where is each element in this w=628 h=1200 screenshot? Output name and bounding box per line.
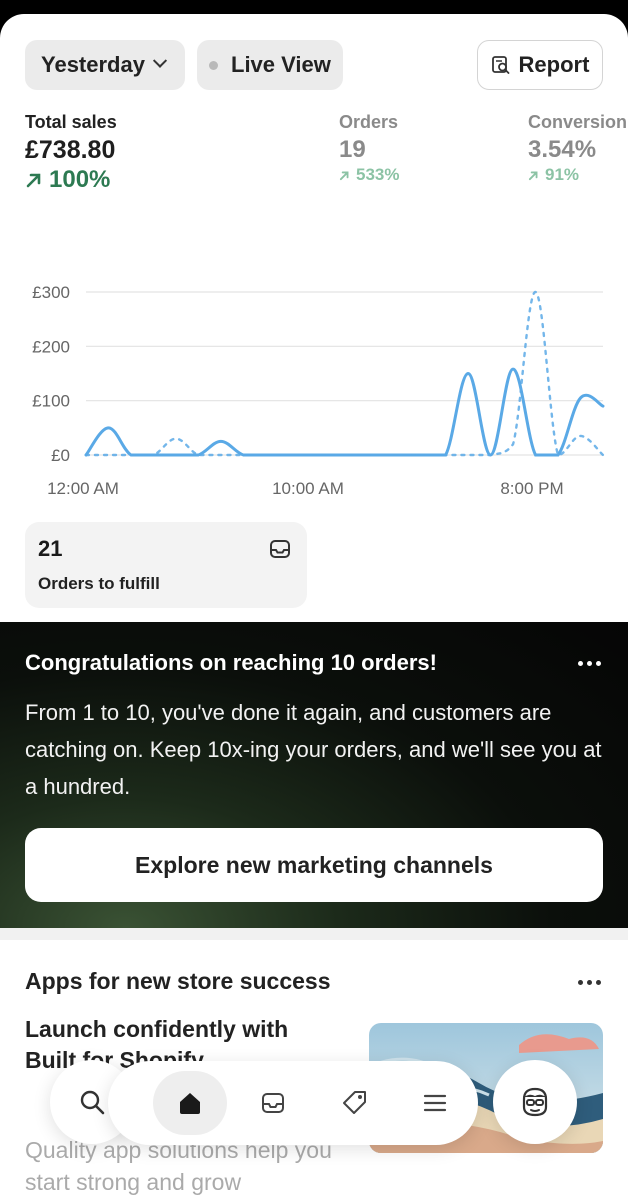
- live-view-label: Live View: [231, 52, 331, 77]
- x-tick-label: 10:00 AM: [272, 479, 344, 494]
- date-range-picker[interactable]: Yesterday: [25, 40, 185, 90]
- chevron-down-icon: [152, 53, 168, 68]
- x-tick-label: 12:00 AM: [47, 479, 119, 494]
- y-tick-label: £0: [51, 446, 70, 465]
- metric-value: 19: [339, 136, 366, 163]
- metric-change-value: 91%: [545, 165, 580, 184]
- section-divider: [0, 928, 628, 940]
- more-options-icon[interactable]: [578, 980, 601, 985]
- apps-section-title: Apps for new store success: [25, 968, 331, 994]
- dashboard-sheet: Yesterday Live View Report Total sales £…: [0, 14, 628, 1200]
- metric-label: Total sales: [25, 112, 117, 132]
- nav-products[interactable]: [323, 1061, 387, 1145]
- metric-orders[interactable]: Orders 19 533%: [339, 112, 399, 185]
- y-tick-label: £100: [32, 392, 70, 411]
- metric-value: 3.54%: [528, 136, 597, 163]
- metric-change-value: 533%: [356, 165, 400, 184]
- nav-orders[interactable]: [241, 1061, 305, 1145]
- y-tick-label: £300: [32, 283, 70, 302]
- fulfill-label: Orders to fulfill: [38, 574, 160, 593]
- report-label: Report: [518, 52, 590, 77]
- fulfill-count: 21: [38, 536, 63, 561]
- status-dot-icon: [209, 60, 218, 70]
- metric-change-value: 100%: [49, 166, 111, 193]
- orders-to-fulfill-card[interactable]: 21 Orders to fulfill: [25, 522, 307, 608]
- nav-menu[interactable]: [403, 1061, 467, 1145]
- arrow-up-right-icon: [528, 171, 538, 180]
- metric-change: 533%: [339, 165, 399, 185]
- metric-conversion[interactable]: Conversion 3.54% 91%: [528, 112, 628, 185]
- metric-label: Orders: [339, 112, 399, 132]
- avatar-icon: [522, 1087, 548, 1117]
- date-range-label: Yesterday: [41, 52, 145, 77]
- report-search-icon: [491, 56, 509, 74]
- x-tick-label: 8:00 PM: [500, 479, 563, 494]
- search-icon: [80, 1090, 105, 1115]
- sidekick-button[interactable]: [493, 1060, 577, 1144]
- y-tick-label: £200: [32, 337, 70, 356]
- metric-label: Conversion: [528, 112, 628, 132]
- arrow-up-right-icon: [339, 171, 349, 180]
- arrow-up-right-icon: [26, 173, 41, 188]
- congrats-body: From 1 to 10, you've done it again, and …: [25, 700, 602, 799]
- tag-icon: [343, 1091, 366, 1114]
- nav-home[interactable]: [158, 1061, 222, 1145]
- congrats-banner: Congratulations on reaching 10 orders! F…: [0, 622, 628, 928]
- metric-value: £738.80: [25, 136, 116, 164]
- comparison-series-line: [84, 290, 605, 457]
- metric-change: 91%: [528, 165, 628, 185]
- sales-series-line: [84, 367, 605, 457]
- live-view-button[interactable]: Live View: [197, 40, 343, 90]
- menu-icon: [423, 1094, 447, 1112]
- inbox-icon: [262, 1093, 284, 1113]
- home-icon: [180, 1093, 200, 1114]
- report-button[interactable]: Report: [477, 40, 603, 90]
- explore-marketing-button[interactable]: Explore new marketing channels: [25, 828, 603, 902]
- bottom-nav: [108, 1061, 478, 1145]
- sales-line-chart[interactable]: £300 £200 £100 £0 12:00 AM 10:00 AM 8:00 PM: [0, 254, 628, 494]
- more-options-icon[interactable]: [578, 661, 601, 666]
- metric-change: 100%: [25, 166, 117, 194]
- inbox-icon: [270, 540, 290, 558]
- congrats-title: Congratulations on reaching 10 orders!: [25, 650, 437, 675]
- metric-total-sales[interactable]: Total sales £738.80 100%: [25, 112, 117, 194]
